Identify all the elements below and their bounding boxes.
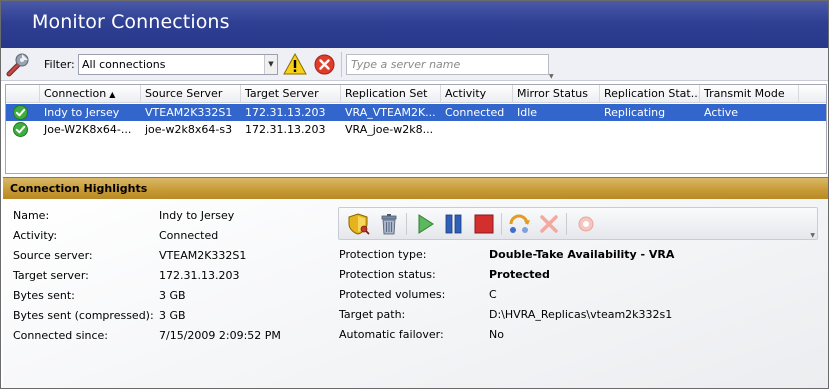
title-bar: Monitor Connections [1,1,828,48]
action-separator [566,213,567,235]
error-icon[interactable] [314,54,335,75]
column-header-replication-set[interactable]: Replication Set [341,85,441,103]
column-header-activity[interactable]: Activity [441,85,513,103]
play-icon[interactable] [413,212,437,236]
monitor-connections-window: Monitor Connections Filter: All connecti… [0,0,829,389]
column-header-mirror-status[interactable]: Mirror Status [513,85,600,103]
source-server-value: VTEAM2K332S1 [159,249,247,262]
trash-icon[interactable] [377,212,401,236]
window-title: Monitor Connections [32,11,230,33]
toolbar-overflow-icon[interactable]: ▼ [549,73,559,80]
target-server-label: Target server: [13,269,89,282]
server-search-field[interactable] [346,54,549,75]
protection-status-label: Protection status: [339,268,436,281]
cell-connection: Joe-W2K8x64-... [44,123,132,136]
filter-select-value: All connections [82,58,166,71]
column-header-replication-status[interactable]: Replication Stat... [600,85,700,103]
connection-highlights-title: Connection Highlights [10,182,148,195]
target-path-value: D:\HVRA_Replicas\vteam2k332s1 [489,308,673,321]
filter-label: Filter: [44,58,75,71]
target-path-label: Target path: [339,308,406,321]
toolbar-separator [341,52,342,77]
cell-connection: Indy to Jersey [44,106,120,119]
disconnect-icon[interactable] [537,212,561,236]
column-header-transmit-mode[interactable]: Transmit Mode [700,85,799,103]
action-separator [501,213,502,235]
protected-volumes-label: Protected volumes: [339,288,446,301]
activity-label: Activity: [13,229,58,242]
grid-header: Connection ▲ Source Server Target Server … [6,85,826,103]
action-separator [406,213,407,235]
warning-icon[interactable] [283,52,307,75]
column-header-target-server[interactable]: Target Server [241,85,341,103]
check-icon [13,105,28,120]
connection-highlights-header: Connection Highlights [3,177,828,199]
server-search-input[interactable] [347,55,548,74]
protection-type-label: Protection type: [339,248,427,261]
action-toolbar-overflow-icon[interactable]: ▼ [810,232,815,239]
connected-since-label: Connected since: [13,329,109,342]
source-server-label: Source server: [13,249,93,262]
cell-source-server: joe-w2k8x64-s3 [145,123,233,136]
chevron-down-icon[interactable]: ▼ [264,55,277,74]
bytes-sent-compressed-value: 3 GB [159,309,186,322]
name-label: Name: [13,209,50,222]
bytes-sent-compressed-label: Bytes sent (compressed): [13,309,154,322]
bytes-sent-label: Bytes sent: [13,289,75,302]
stop-icon[interactable] [472,212,496,236]
table-row[interactable]: Indy to Jersey VTEAM2K332S1 172.31.13.20… [6,104,826,121]
protected-volumes-value: C [489,288,497,301]
shield-key-icon[interactable] [347,212,371,236]
name-value: Indy to Jersey [159,209,235,222]
cell-target-server: 172.31.13.203 [245,123,326,136]
cell-mirror-status: Idle [517,106,538,119]
column-header-source-server[interactable]: Source Server [141,85,241,103]
action-toolbar: ▼ [338,207,818,240]
cell-replication-set: VRA_joe-w2k8... [345,123,434,136]
bytes-sent-value: 3 GB [159,289,186,302]
filter-select[interactable]: All connections ▼ [78,54,278,75]
cell-activity: Connected [445,106,505,119]
wrench-icon[interactable] [5,52,31,78]
connected-since-value: 7/15/2009 2:09:52 PM [159,329,281,342]
table-row[interactable]: Joe-W2K8x64-... joe-w2k8x64-s3 172.31.13… [6,121,826,138]
cell-source-server: VTEAM2K332S1 [145,106,233,119]
target-server-value: 172.31.13.203 [159,269,240,282]
pause-icon[interactable] [442,212,466,236]
cell-replication-status: Replicating [604,106,666,119]
column-header-status[interactable] [6,85,40,103]
activity-value: Connected [159,229,219,242]
sort-ascending-icon: ▲ [109,90,116,99]
cell-target-server: 172.31.13.203 [245,106,326,119]
automatic-failover-label: Automatic failover: [339,328,444,341]
check-icon [13,122,28,137]
cell-transmit-mode: Active [704,106,739,119]
cell-replication-set: VRA_VTEAM2K... [345,106,436,119]
failover-icon[interactable] [507,212,531,236]
connections-grid: Connection ▲ Source Server Target Server … [5,84,827,174]
protection-status-value: Protected [489,268,550,281]
column-header-connection[interactable]: Connection ▲ [40,85,141,103]
protection-type-value: Double-Take Availability - VRA [489,248,675,261]
record-icon[interactable] [574,212,598,236]
toolbar: Filter: All connections ▼ ▼ [1,48,828,81]
automatic-failover-value: No [489,328,504,341]
